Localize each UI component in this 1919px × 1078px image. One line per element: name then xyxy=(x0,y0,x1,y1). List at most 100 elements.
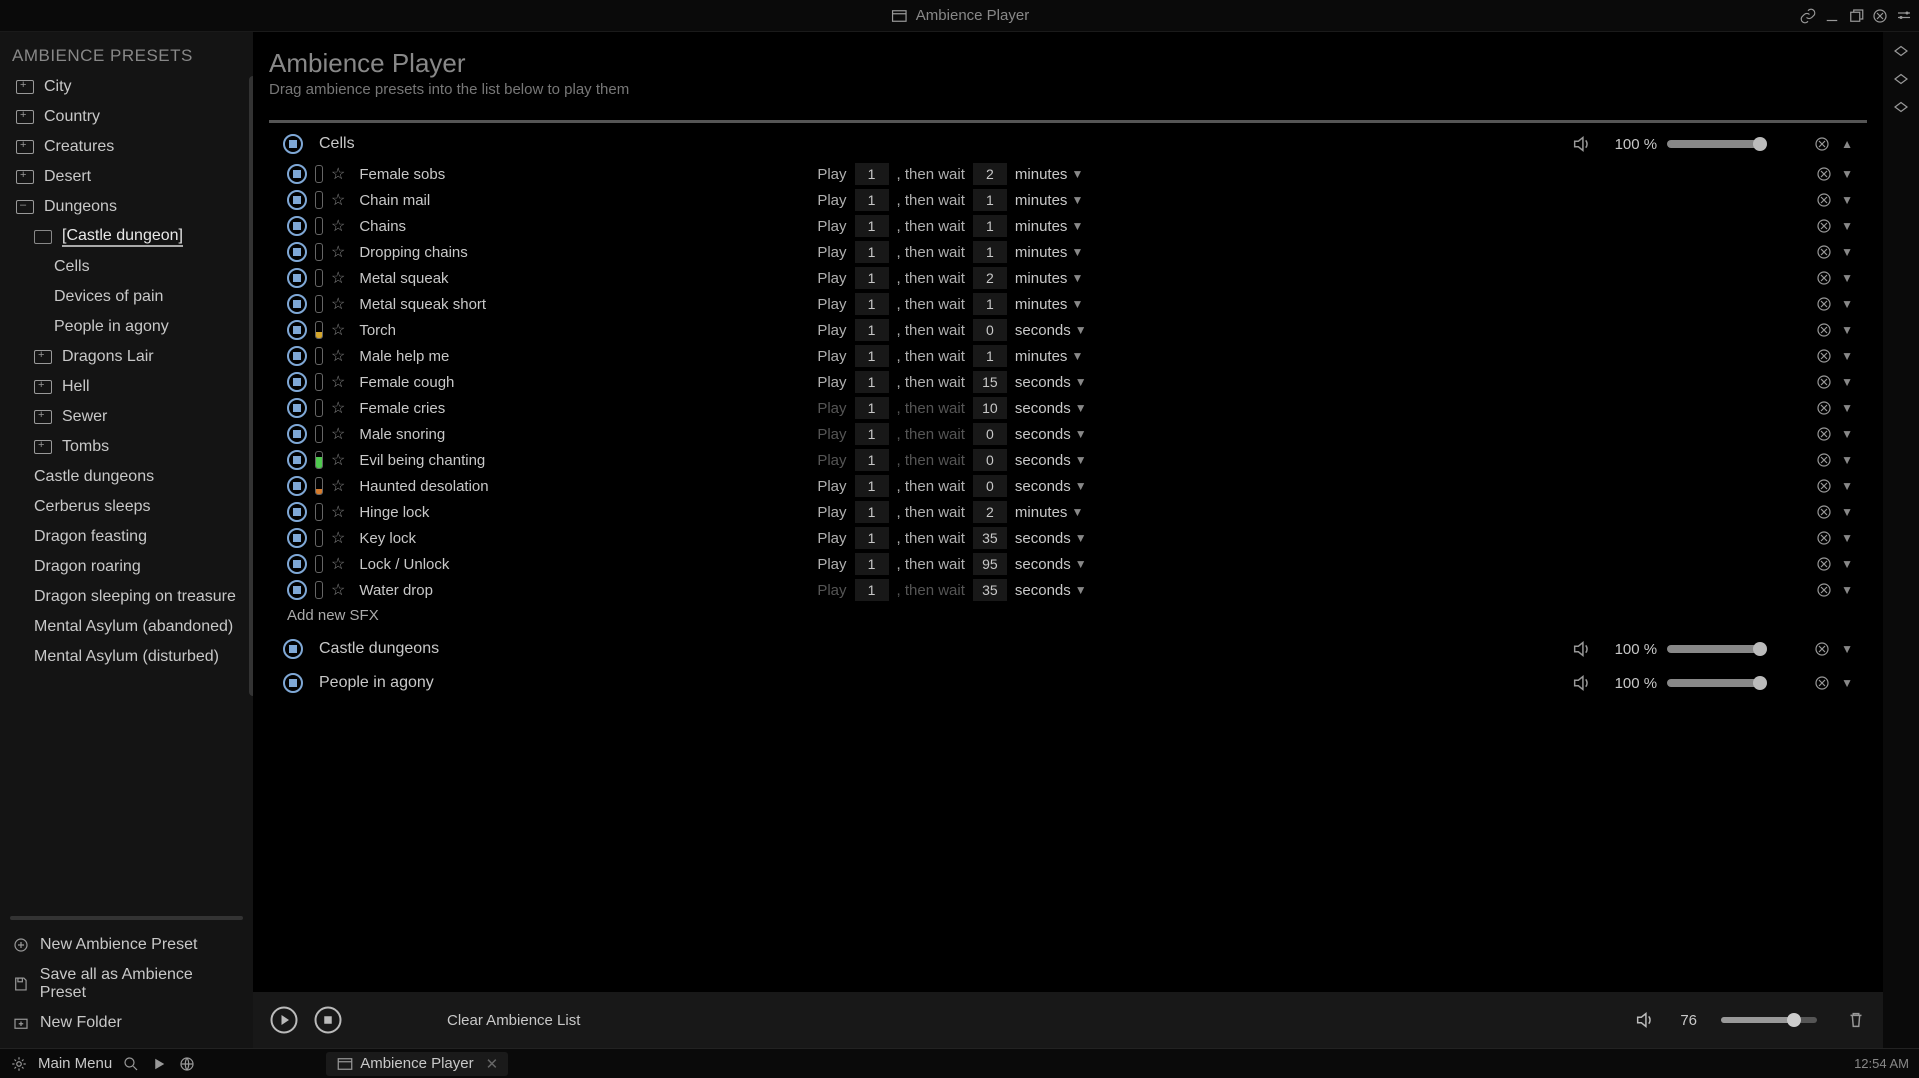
remove-preset-button[interactable] xyxy=(1813,640,1831,658)
favorite-star-icon[interactable]: ☆ xyxy=(331,554,345,574)
tree-item[interactable]: Cerberus sleeps xyxy=(4,492,249,522)
play-count-input[interactable]: 1 xyxy=(855,449,889,471)
chevron-down-icon[interactable]: ▼ xyxy=(1841,375,1853,389)
remove-sfx-button[interactable] xyxy=(1815,399,1833,417)
tree-item[interactable]: Dragon sleeping on treasure xyxy=(4,582,249,612)
wait-unit-select[interactable]: minutes ▼ xyxy=(1015,345,1091,367)
chevron-down-icon[interactable]: ▼ xyxy=(1841,193,1853,207)
play-count-input[interactable]: 1 xyxy=(855,293,889,315)
play-count-input[interactable]: 1 xyxy=(855,215,889,237)
favorite-star-icon[interactable]: ☆ xyxy=(331,502,345,522)
clear-list-button[interactable]: Clear Ambience List xyxy=(447,1012,580,1029)
remove-sfx-button[interactable] xyxy=(1815,321,1833,339)
remove-sfx-button[interactable] xyxy=(1815,165,1833,183)
tree-item[interactable]: Mental Asylum (abandoned) xyxy=(4,612,249,642)
rail-icon-3[interactable] xyxy=(1892,98,1910,116)
settings-toggle-icon[interactable] xyxy=(1895,7,1913,25)
wait-value-input[interactable]: 10 xyxy=(973,397,1007,419)
favorite-star-icon[interactable]: ☆ xyxy=(331,164,345,184)
trash-icon[interactable] xyxy=(1845,1009,1867,1031)
remove-sfx-button[interactable] xyxy=(1815,451,1833,469)
wait-value-input[interactable]: 1 xyxy=(973,215,1007,237)
rail-icon-1[interactable] xyxy=(1892,42,1910,60)
sfx-stop-button[interactable] xyxy=(287,346,307,366)
remove-sfx-button[interactable] xyxy=(1815,191,1833,209)
tree-item[interactable]: Dungeons xyxy=(4,192,249,222)
wait-value-input[interactable]: 2 xyxy=(973,501,1007,523)
favorite-star-icon[interactable]: ☆ xyxy=(331,398,345,418)
wait-unit-select[interactable]: seconds ▼ xyxy=(1015,423,1091,445)
wait-unit-select[interactable]: minutes ▼ xyxy=(1015,267,1091,289)
sfx-stop-button[interactable] xyxy=(287,268,307,288)
sfx-stop-button[interactable] xyxy=(287,164,307,184)
tree-item[interactable]: Tombs xyxy=(4,432,249,462)
chevron-down-icon[interactable]: ▼ xyxy=(1841,583,1853,597)
restore-icon[interactable] xyxy=(1847,7,1865,25)
remove-sfx-button[interactable] xyxy=(1815,425,1833,443)
sfx-stop-button[interactable] xyxy=(287,502,307,522)
favorite-star-icon[interactable]: ☆ xyxy=(331,190,345,210)
wait-value-input[interactable]: 0 xyxy=(973,475,1007,497)
stop-all-button[interactable] xyxy=(313,1005,343,1035)
favorite-star-icon[interactable]: ☆ xyxy=(331,268,345,288)
new-folder-action[interactable]: New Folder xyxy=(0,1008,253,1038)
globe-icon[interactable] xyxy=(178,1055,196,1073)
play-count-input[interactable]: 1 xyxy=(855,579,889,601)
chevron-down-icon[interactable]: ▼ xyxy=(1841,427,1853,441)
remove-preset-button[interactable] xyxy=(1813,135,1831,153)
wait-unit-select[interactable]: minutes ▼ xyxy=(1015,501,1091,523)
favorite-star-icon[interactable]: ☆ xyxy=(331,294,345,314)
tree-item[interactable]: Desert xyxy=(4,162,249,192)
chevron-down-icon[interactable]: ▼ xyxy=(1841,479,1853,493)
main-menu-button[interactable]: Main Menu xyxy=(38,1055,112,1072)
sfx-stop-button[interactable] xyxy=(287,398,307,418)
chevron-down-icon[interactable]: ▼ xyxy=(1841,167,1853,181)
wait-unit-select[interactable]: seconds ▼ xyxy=(1015,527,1091,549)
sfx-stop-button[interactable] xyxy=(287,476,307,496)
sfx-stop-button[interactable] xyxy=(287,294,307,314)
play-count-input[interactable]: 1 xyxy=(855,553,889,575)
favorite-star-icon[interactable]: ☆ xyxy=(331,320,345,340)
tree-item[interactable]: People in agony xyxy=(4,312,249,342)
minimize-icon[interactable] xyxy=(1823,7,1841,25)
volume-icon[interactable] xyxy=(1571,638,1593,660)
tree-item[interactable]: Hell xyxy=(4,372,249,402)
favorite-star-icon[interactable]: ☆ xyxy=(331,580,345,600)
play-icon[interactable] xyxy=(150,1055,168,1073)
preset-stop-button[interactable] xyxy=(283,134,303,154)
expand-up-icon[interactable]: ▼ xyxy=(1841,642,1853,656)
play-all-button[interactable] xyxy=(269,1005,299,1035)
wait-value-input[interactable]: 1 xyxy=(973,189,1007,211)
play-count-input[interactable]: 1 xyxy=(855,241,889,263)
preset-volume-slider[interactable] xyxy=(1667,140,1763,148)
play-count-input[interactable]: 1 xyxy=(855,319,889,341)
add-new-sfx[interactable]: Add new SFX xyxy=(283,603,1883,632)
preset-volume-slider[interactable] xyxy=(1667,679,1763,687)
tree-item[interactable]: Castle dungeons xyxy=(4,462,249,492)
wait-value-input[interactable]: 15 xyxy=(973,371,1007,393)
chevron-down-icon[interactable]: ▼ xyxy=(1841,219,1853,233)
tree-item[interactable]: Sewer xyxy=(4,402,249,432)
remove-sfx-button[interactable] xyxy=(1815,555,1833,573)
link-icon[interactable] xyxy=(1799,7,1817,25)
play-count-input[interactable]: 1 xyxy=(855,501,889,523)
taskbar-tab[interactable]: Ambience Player ✕ xyxy=(326,1052,508,1076)
chevron-down-icon[interactable]: ▼ xyxy=(1841,505,1853,519)
wait-value-input[interactable]: 35 xyxy=(973,579,1007,601)
wait-unit-select[interactable]: minutes ▼ xyxy=(1015,293,1091,315)
remove-sfx-button[interactable] xyxy=(1815,269,1833,287)
wait-value-input[interactable]: 2 xyxy=(973,267,1007,289)
chevron-down-icon[interactable]: ▼ xyxy=(1841,245,1853,259)
wait-unit-select[interactable]: seconds ▼ xyxy=(1015,475,1091,497)
close-icon[interactable] xyxy=(1871,7,1889,25)
sfx-stop-button[interactable] xyxy=(287,554,307,574)
wait-unit-select[interactable]: seconds ▼ xyxy=(1015,371,1091,393)
wait-value-input[interactable]: 1 xyxy=(973,345,1007,367)
wait-unit-select[interactable]: seconds ▼ xyxy=(1015,579,1091,601)
favorite-star-icon[interactable]: ☆ xyxy=(331,424,345,444)
wait-unit-select[interactable]: minutes ▼ xyxy=(1015,163,1091,185)
sfx-stop-button[interactable] xyxy=(287,190,307,210)
preset-stop-button[interactable] xyxy=(283,639,303,659)
wait-unit-select[interactable]: seconds ▼ xyxy=(1015,449,1091,471)
remove-sfx-button[interactable] xyxy=(1815,295,1833,313)
